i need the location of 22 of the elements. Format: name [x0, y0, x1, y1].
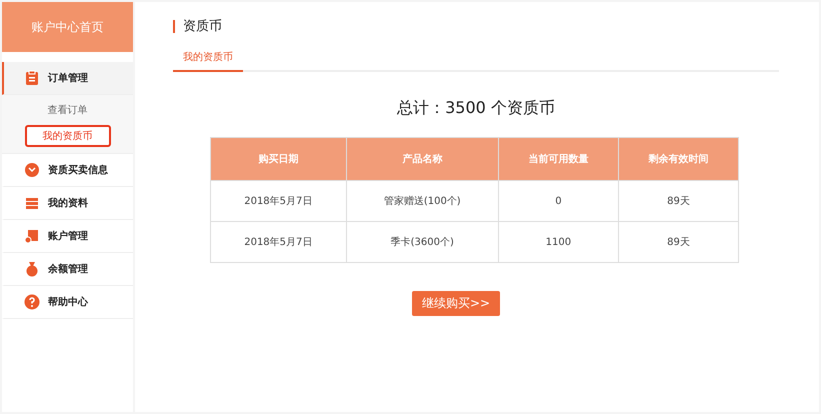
submenu-item[interactable]: 我的资质币 — [24, 125, 110, 147]
stack-icon — [24, 195, 40, 211]
column-header: 剩余有效时间 — [618, 138, 738, 180]
clipboard-icon — [24, 70, 40, 86]
sidebar-item[interactable]: 订单管理 — [2, 62, 133, 95]
table-cell: 季卡(3600个) — [346, 222, 498, 262]
tab[interactable]: 我的资质币 — [173, 50, 243, 72]
page-title: 资质币 — [173, 20, 779, 33]
table-cell: 管家赠送(100个) — [346, 180, 498, 222]
table-cell: 2018年5月7日 — [210, 180, 346, 222]
submenu-item[interactable]: 查看订单 — [24, 99, 110, 121]
table-cell: 89天 — [618, 180, 738, 222]
column-header: 当前可用数量 — [498, 138, 618, 180]
table-cell: 2018年5月7日 — [210, 222, 346, 262]
table-cell: 1100 — [498, 222, 618, 262]
help-icon — [24, 294, 40, 310]
column-header: 购买日期 — [210, 138, 346, 180]
total-text: 总计：3500 个资质币 — [397, 98, 555, 119]
table-cell: 0 — [498, 180, 618, 222]
column-header: 产品名称 — [346, 138, 498, 180]
bag-icon — [24, 261, 40, 277]
table-cell: 89天 — [618, 222, 738, 262]
